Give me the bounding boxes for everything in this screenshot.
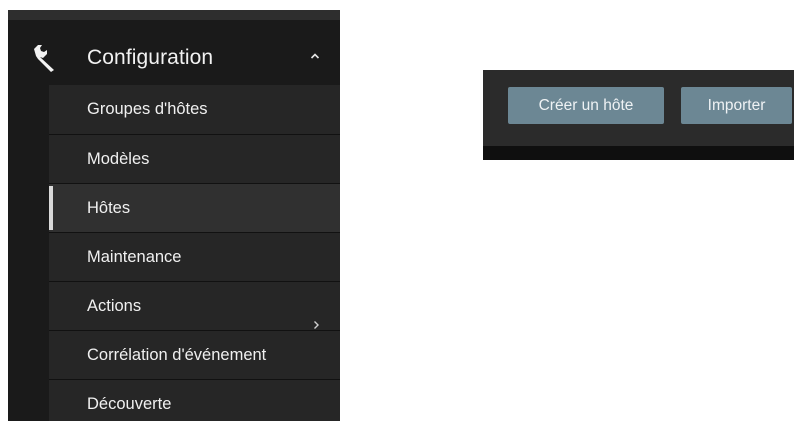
submenu-item-label: Groupes d'hôtes (87, 100, 208, 118)
submenu-item-label: Actions (87, 297, 142, 315)
submenu-item-hosts[interactable]: Hôtes (49, 183, 340, 232)
submenu-item-templates[interactable]: Modèles (49, 134, 340, 183)
configuration-submenu: Groupes d'hôtes Modèles Hôtes Maintenanc… (49, 85, 340, 421)
submenu-item-label: Corrélation d'événement (87, 346, 267, 364)
menu-section-title: Configuration (87, 46, 214, 69)
chevron-up-icon[interactable] (310, 48, 320, 59)
submenu-item-discovery[interactable]: Découverte (49, 379, 340, 421)
submenu-item-maintenance[interactable]: Maintenance (49, 232, 340, 281)
import-button[interactable]: Importer (681, 87, 792, 124)
menu-section-configuration[interactable]: Configuration (8, 20, 340, 95)
create-host-button[interactable]: Créer un hôte (508, 87, 664, 124)
hosts-toolbar: Créer un hôte Importer (483, 70, 794, 160)
submenu-item-actions[interactable]: Actions (49, 281, 340, 330)
wrench-icon (30, 42, 60, 72)
submenu-item-event-correlation[interactable]: Corrélation d'événement (49, 330, 340, 379)
submenu-item-label: Découverte (87, 395, 172, 413)
toolbar-bottom-strip (483, 146, 794, 160)
submenu-item-label: Modèles (87, 150, 150, 168)
submenu-item-label: Maintenance (87, 248, 182, 266)
submenu-item-host-groups[interactable]: Groupes d'hôtes (49, 85, 340, 134)
menu-top-divider (8, 10, 340, 20)
main-menu: Configuration Groupes d'hôtes Modèles Hô… (8, 10, 340, 421)
submenu-item-label: Hôtes (87, 199, 131, 217)
chevron-right-icon (312, 301, 320, 329)
